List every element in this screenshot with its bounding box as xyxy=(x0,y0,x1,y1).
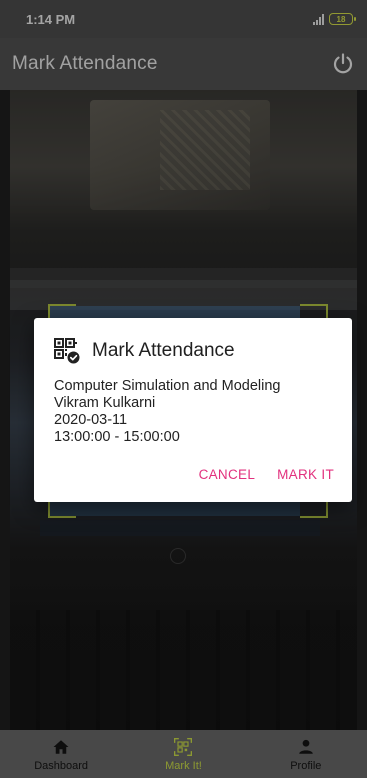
instructor-name: Vikram Kulkarni xyxy=(54,395,156,411)
dialog-actions: CANCEL MARK IT xyxy=(199,467,334,482)
session-time: 13:00:00 - 15:00:00 xyxy=(54,429,180,445)
mark-it-button[interactable]: MARK IT xyxy=(277,467,334,482)
course-name: Computer Simulation and Modeling xyxy=(54,378,281,394)
cancel-button[interactable]: CANCEL xyxy=(199,467,256,482)
screen: 1:14 PM 18 Mark Attendance Dashboard Mar… xyxy=(0,0,367,778)
mark-attendance-dialog: Mark Attendance Computer Simulation and … xyxy=(34,318,352,502)
qr-code-icon xyxy=(54,338,80,364)
dialog-body: Computer Simulation and Modeling Vikram … xyxy=(54,378,332,446)
dialog-header: Mark Attendance xyxy=(54,336,332,366)
dialog-title: Mark Attendance xyxy=(92,340,235,361)
session-date: 2020-03-11 xyxy=(54,412,128,428)
